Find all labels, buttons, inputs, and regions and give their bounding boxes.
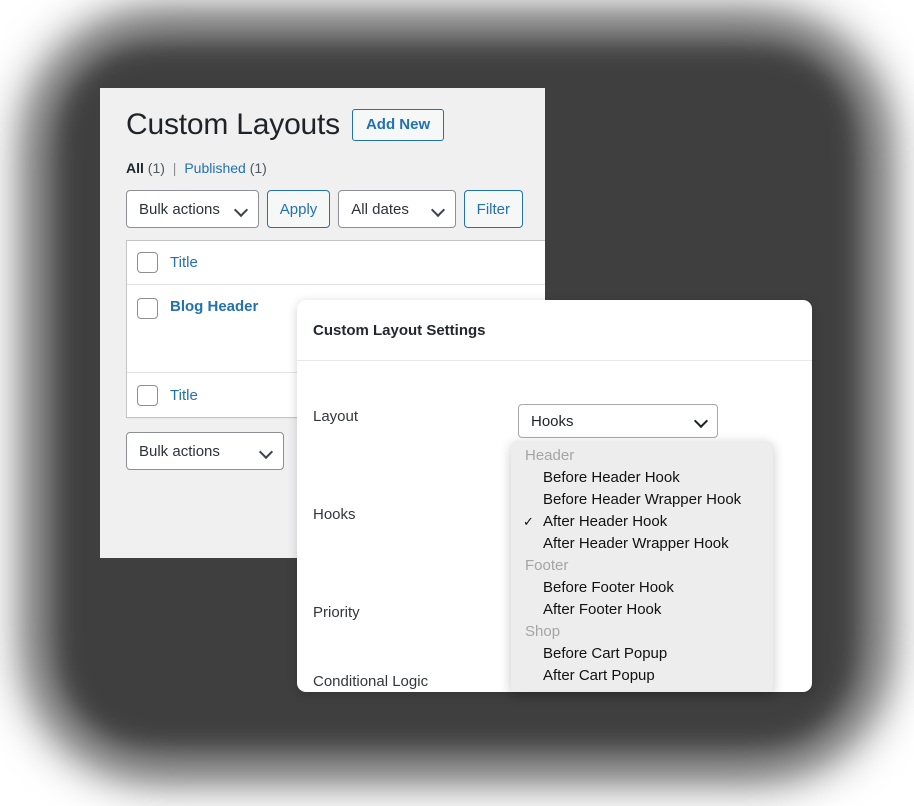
modal-title: Custom Layout Settings xyxy=(313,321,486,339)
hooks-option-popup[interactable]: Header Before Header Hook Before Header Wr… xyxy=(511,441,773,692)
field-row-priority: Priority xyxy=(313,604,360,621)
select-all-checkbox-bottom[interactable] xyxy=(137,384,158,406)
views-filter-links: All (1) | Published (1) xyxy=(126,160,523,176)
option-item-label: After Header Hook xyxy=(543,513,668,530)
layout-field-label: Layout xyxy=(313,408,359,425)
option-group-label: Footer xyxy=(525,557,569,574)
screenshot-stage: Custom Layouts Add New All (1) | Publish… xyxy=(0,0,914,806)
layout-select[interactable]: Hooks xyxy=(518,404,718,438)
field-row-hooks: Hooks xyxy=(313,506,356,523)
row-title-link[interactable]: Blog Header xyxy=(170,298,258,315)
option-item-label: After Header Wrapper Hook xyxy=(543,535,729,552)
option-item[interactable]: After Footer Hook xyxy=(511,599,773,621)
chevron-down-icon xyxy=(236,205,247,216)
add-new-button[interactable]: Add New xyxy=(351,109,445,141)
chevron-down-icon xyxy=(696,416,705,425)
option-group-label: Header xyxy=(525,447,575,464)
page-title: Custom Layouts xyxy=(126,108,340,141)
field-row-conditional-logic: Conditional Logic xyxy=(313,673,428,690)
filter-button[interactable]: Filter xyxy=(463,190,523,228)
priority-field-label: Priority xyxy=(313,604,360,621)
chevron-down-icon xyxy=(261,447,272,458)
option-item[interactable]: Before Header Hook xyxy=(511,467,773,489)
option-item[interactable]: ✓ After Header Hook xyxy=(511,511,773,533)
page-title-row: Custom Layouts Add New xyxy=(126,108,523,142)
view-published-label[interactable]: Published xyxy=(184,160,246,176)
field-row-layout: Layout xyxy=(313,408,358,425)
view-all-label[interactable]: All xyxy=(126,160,144,176)
view-published-count: (1) xyxy=(249,160,267,176)
row-checkbox[interactable] xyxy=(137,298,158,319)
bulk-actions-select-top[interactable]: Bulk actions xyxy=(126,190,259,228)
bulk-actions-value-top: Bulk actions xyxy=(139,200,220,218)
option-item-label: After Footer Hook xyxy=(543,601,662,618)
hooks-field-label: Hooks xyxy=(313,506,356,523)
column-footer-title[interactable]: Title xyxy=(170,387,198,404)
bulk-actions-select-bottom[interactable]: Bulk actions xyxy=(126,432,284,470)
option-item[interactable]: After Header Wrapper Hook xyxy=(511,533,773,555)
tablenav-top: Bulk actions Apply All dates Filter xyxy=(126,190,523,228)
option-item-label: After Cart Popup xyxy=(543,667,655,684)
layout-select-value: Hooks xyxy=(531,412,574,430)
option-item-label: Before Cart Popup xyxy=(543,645,668,662)
select-all-checkbox-top[interactable] xyxy=(137,252,158,273)
table-header-row: Title xyxy=(127,241,545,285)
date-filter-value: All dates xyxy=(351,200,409,218)
option-item[interactable]: Before Header Wrapper Hook xyxy=(511,489,773,511)
option-item-label: Before Footer Hook xyxy=(543,579,674,596)
view-all-count: (1) xyxy=(147,160,165,176)
option-item[interactable]: Before Cart Popup xyxy=(511,643,773,665)
modal-header: Custom Layout Settings xyxy=(297,300,812,361)
views-separator: | xyxy=(172,160,177,176)
bulk-actions-value-bottom: Bulk actions xyxy=(139,442,220,460)
conditional-logic-field-label: Conditional Logic xyxy=(313,673,429,690)
apply-button[interactable]: Apply xyxy=(266,190,331,228)
option-item[interactable]: Before Footer Hook xyxy=(511,577,773,599)
date-filter-select[interactable]: All dates xyxy=(338,190,456,228)
checkmark-icon: ✓ xyxy=(523,514,534,529)
option-item-label: Before Header Wrapper Hook xyxy=(543,491,742,508)
option-item[interactable]: After Cart Popup xyxy=(511,665,773,687)
option-item-label: Before Header Hook xyxy=(543,469,680,486)
column-header-title[interactable]: Title xyxy=(170,254,198,271)
option-group-label: Shop xyxy=(525,623,561,640)
chevron-down-icon xyxy=(433,205,444,216)
